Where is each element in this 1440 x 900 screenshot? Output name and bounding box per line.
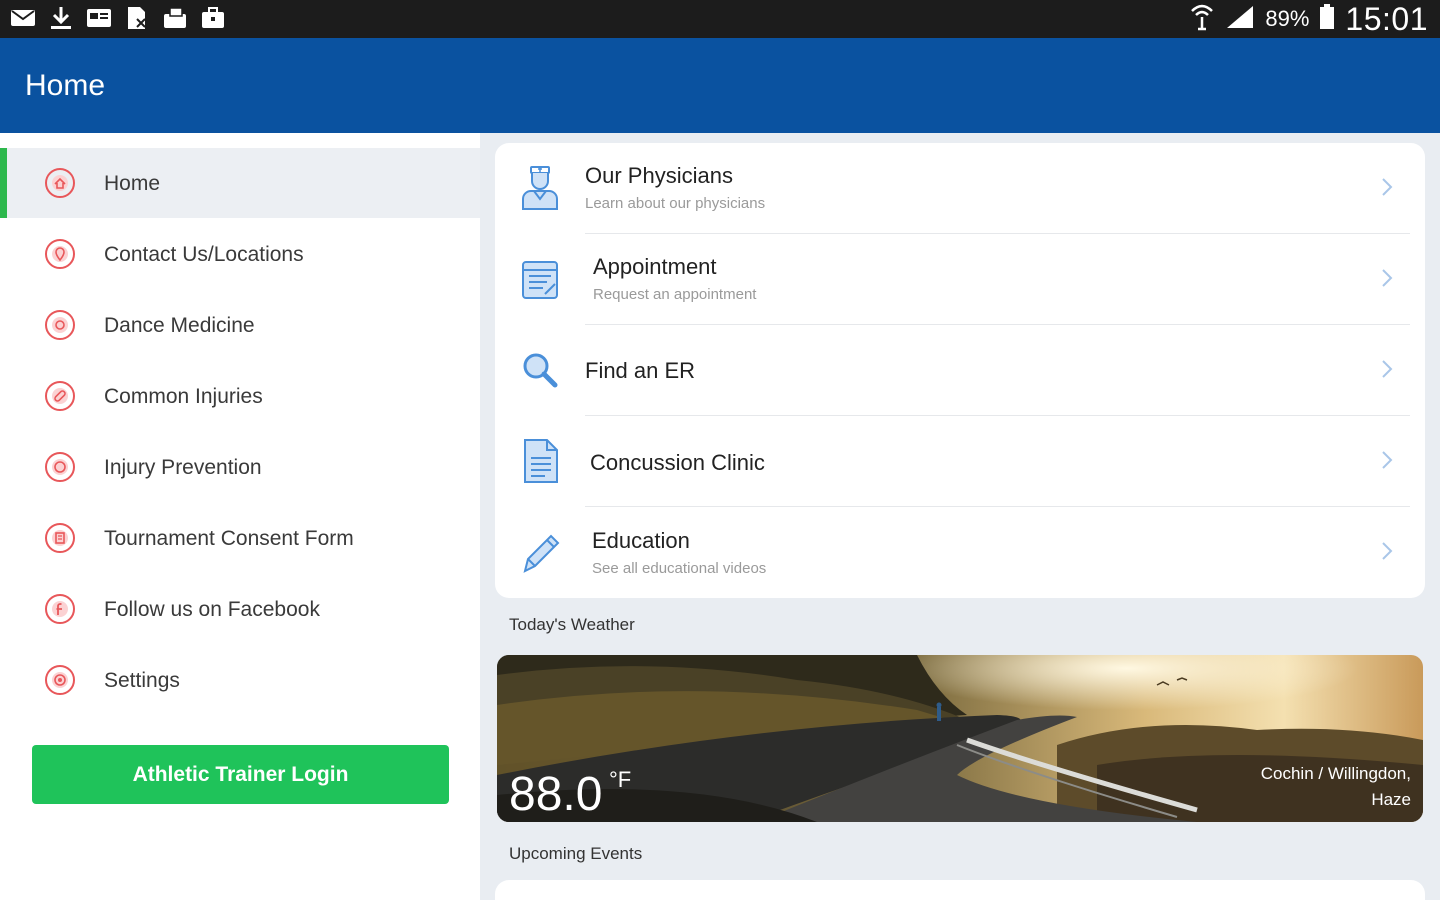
menu-item-title: Appointment [593, 254, 717, 279]
document-icon [524, 439, 558, 483]
facebook-icon [45, 594, 75, 624]
menu-item-subtitle: Request an appointment [593, 286, 757, 303]
sidebar-item-injury-prevention[interactable]: Injury Prevention [0, 432, 480, 502]
menu-item-subtitle: See all educational videos [592, 560, 767, 577]
battery-percent: 89% [1265, 6, 1310, 31]
system-indicators: 89% 15:01 [1189, 0, 1428, 38]
email-icon [10, 5, 36, 31]
chevron-right-icon [1382, 451, 1393, 469]
download-icon [48, 5, 74, 31]
shield-icon [45, 452, 75, 482]
location-name: Cochin / Willingdon, [1260, 764, 1411, 783]
menu-item-title: Our Physicians [585, 163, 733, 188]
pencil-icon [523, 534, 560, 573]
sidebar-item-tournament-consent-form[interactable]: Tournament Consent Form [0, 503, 480, 573]
chevron-right-icon [1382, 178, 1393, 196]
menu-item-education[interactable]: Education See all educational videos [495, 507, 1425, 598]
main-content: Our Physicians Learn about our physician… [480, 133, 1440, 900]
upcoming-events-card[interactable] [495, 880, 1425, 900]
status-bar: 89% 15:01 [0, 0, 1440, 38]
menu-item-concussion-clinic[interactable]: Concussion Clinic [495, 416, 1425, 507]
sidebar-item-follow-us-on-facebook[interactable]: Follow us on Facebook [0, 574, 480, 644]
mail-stack-icon [162, 5, 188, 31]
menu-item-title: Education [592, 528, 690, 553]
chevron-right-icon [1382, 542, 1393, 560]
search-icon [523, 353, 558, 388]
clock: 15:01 [1345, 0, 1428, 37]
menu-item-subtitle: Learn about our physicians [585, 195, 766, 212]
sidebar-item-dance-medicine[interactable]: Dance Medicine [0, 290, 480, 360]
physician-icon [522, 166, 558, 210]
sidebar-item-label: Injury Prevention [104, 456, 262, 479]
settings-icon [45, 665, 75, 695]
weather-condition: Haze [1371, 790, 1411, 809]
sidebar: Home Contact Us/Locations Dance Medicine… [0, 133, 480, 900]
signal-icon [1225, 4, 1255, 35]
sidebar-item-label: Settings [104, 669, 180, 692]
wifi-icon [1189, 3, 1215, 36]
card-icon [86, 5, 112, 31]
menu-item-our-physicians[interactable]: Our Physicians Learn about our physician… [495, 143, 1425, 234]
weather-location: Cochin / Willingdon, Haze [1261, 761, 1411, 813]
menu-item-appointment[interactable]: Appointment Request an appointment [495, 234, 1425, 325]
form-icon [45, 523, 75, 553]
sidebar-item-label: Follow us on Facebook [104, 598, 320, 621]
battery-icon [1319, 3, 1335, 35]
weather-card[interactable]: 88.0 °F Cochin / Willingdon, Haze [497, 655, 1423, 822]
athletic-trainer-login-button[interactable]: Athletic Trainer Login [32, 745, 449, 804]
weather-section-label: Today's Weather [509, 615, 635, 634]
chevron-right-icon [1382, 269, 1393, 287]
sidebar-item-label: Contact Us/Locations [104, 243, 304, 266]
dance-icon [45, 310, 75, 340]
sidebar-item-common-injuries[interactable]: Common Injuries [0, 361, 480, 431]
location-icon [45, 239, 75, 269]
events-section-label: Upcoming Events [509, 844, 643, 863]
menu-card: Our Physicians Learn about our physician… [495, 143, 1425, 598]
appointment-icon [522, 261, 558, 299]
menu-item-title: Find an ER [585, 358, 696, 383]
menu-item-title: Concussion Clinic [590, 450, 765, 475]
chevron-right-icon [1382, 360, 1393, 378]
sidebar-item-label: Common Injuries [104, 385, 263, 408]
file-remove-icon [124, 5, 150, 31]
notification-icons [10, 5, 226, 31]
temperature-unit: °F [609, 767, 632, 792]
sidebar-item-contact-us-locations[interactable]: Contact Us/Locations [0, 219, 480, 289]
bandage-icon [45, 381, 75, 411]
home-icon [45, 168, 75, 198]
briefcase-icon [200, 5, 226, 31]
sidebar-item-label: Home [104, 172, 161, 195]
page-title: Home [25, 69, 106, 102]
sidebar-item-home[interactable]: Home [0, 148, 480, 218]
menu-item-find-an-er[interactable]: Find an ER [495, 325, 1425, 416]
app-bar: Home [0, 38, 1440, 133]
temperature-value: 88.0 [509, 768, 603, 821]
sidebar-item-settings[interactable]: Settings [0, 645, 480, 715]
sidebar-item-label: Tournament Consent Form [104, 527, 354, 550]
sidebar-item-label: Dance Medicine [104, 314, 255, 337]
